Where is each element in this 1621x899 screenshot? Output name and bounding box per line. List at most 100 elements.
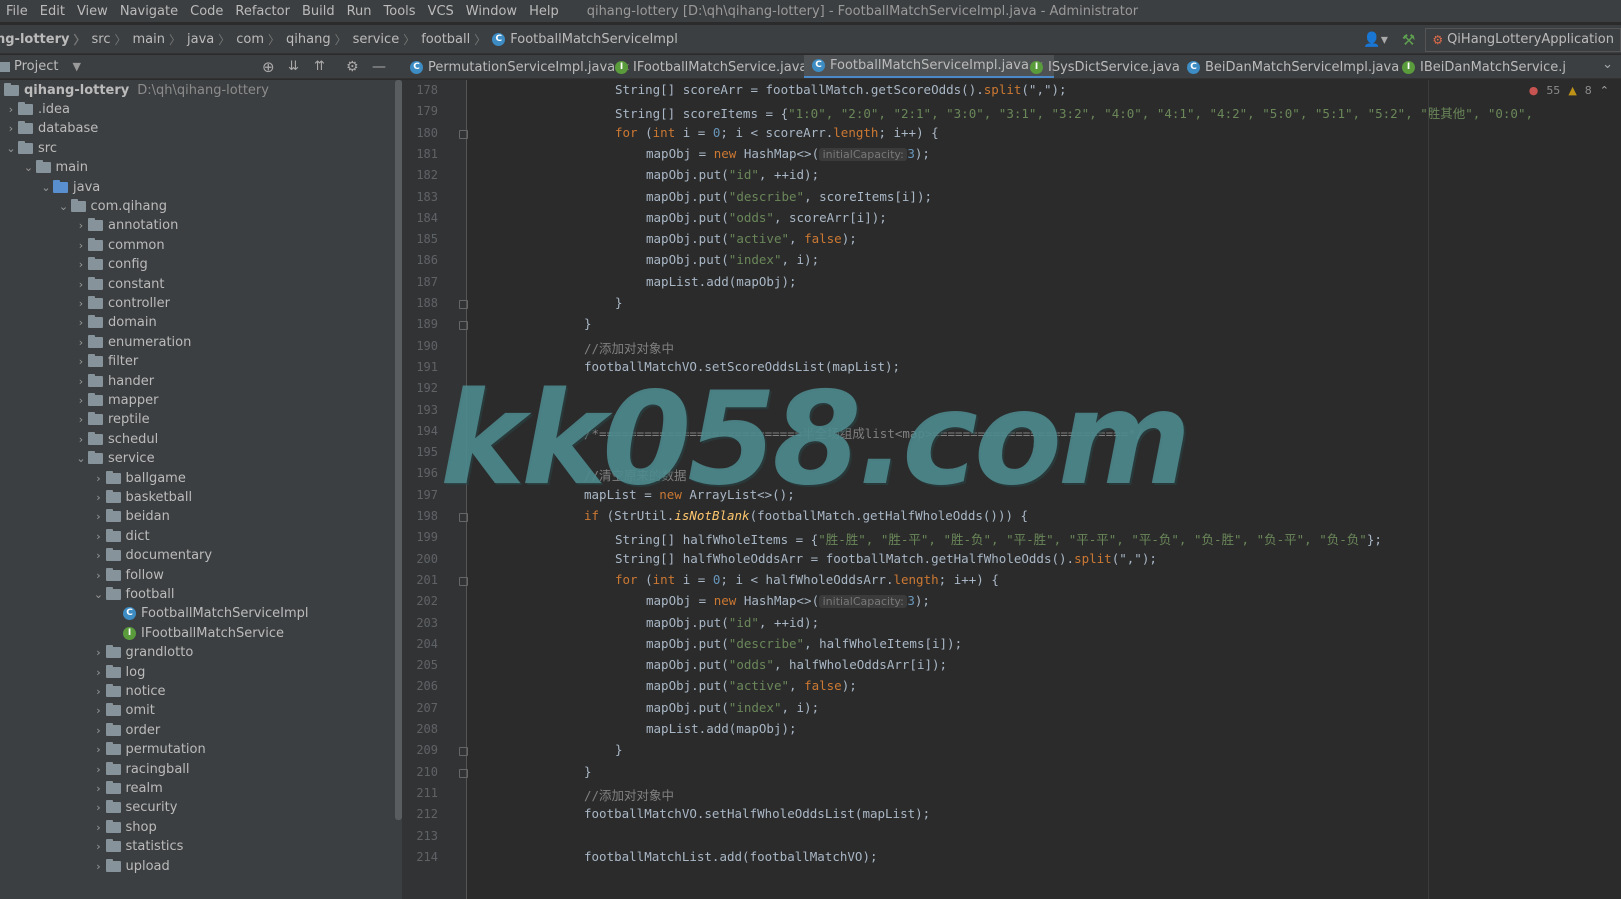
tree-item-main[interactable]: ⌄ main — [22, 158, 88, 178]
menu-item-file[interactable]: File — [0, 4, 34, 19]
tree-item-service[interactable]: ⌄ service — [74, 449, 155, 469]
tree-item-common[interactable]: › common — [74, 235, 165, 255]
tree-item-follow[interactable]: › follow — [92, 565, 164, 585]
fold-marker-icon[interactable] — [459, 768, 468, 778]
tree-item-filter[interactable]: › filter — [74, 352, 138, 372]
breadcrumb-item[interactable]: com 〉 — [236, 31, 280, 48]
project-view-title[interactable]: Project — [14, 59, 58, 74]
chevron-right-icon[interactable]: › — [74, 375, 88, 388]
menu-item-edit[interactable]: Edit — [34, 4, 71, 19]
user-icon[interactable]: 👤▾ — [1363, 32, 1387, 48]
breadcrumb-item[interactable]: ng-lottery 〉 — [0, 31, 86, 48]
project-view-dropdown-icon[interactable]: ▼ — [72, 60, 80, 73]
tree-item-football[interactable]: ⌄ football — [92, 584, 175, 604]
editor-tab[interactable]: I IBeiDanMatchService.j — [1394, 55, 1566, 78]
tree-item-racingball[interactable]: › racingball — [92, 759, 190, 779]
tree-item-com-qihang[interactable]: ⌄ com.qihang — [57, 196, 167, 216]
tree-item-security[interactable]: › security — [92, 798, 177, 818]
tree-item-annotation[interactable]: › annotation — [74, 216, 178, 236]
tree-item-schedul[interactable]: › schedul — [74, 429, 158, 449]
chevron-right-icon[interactable]: › — [74, 258, 88, 271]
menu-item-navigate[interactable]: Navigate — [114, 4, 184, 19]
chevron-right-icon[interactable]: › — [92, 763, 106, 776]
code-editor[interactable]: String[] scoreArr = footballMatch.getSco… — [468, 80, 1621, 899]
tree-item-domain[interactable]: › domain — [74, 313, 157, 333]
chevron-right-icon[interactable]: › — [92, 530, 106, 543]
menu-item-help[interactable]: Help — [523, 4, 565, 19]
chevron-right-icon[interactable]: › — [92, 569, 106, 582]
editor-tab[interactable]: IIFootballMatchService.java✕ — [607, 55, 823, 78]
chevron-right-icon[interactable]: › — [92, 666, 106, 679]
tree-item-dict[interactable]: › dict — [92, 526, 150, 546]
chevron-right-icon[interactable]: › — [74, 278, 88, 291]
breadcrumb-item[interactable]: C FootballMatchServiceImpl — [492, 32, 678, 47]
locate-file-icon[interactable]: ⊕ — [262, 58, 275, 76]
chevron-right-icon[interactable]: › — [92, 821, 106, 834]
tree-item-grandlotto[interactable]: › grandlotto — [92, 643, 193, 663]
editor-tab[interactable]: CFootballMatchServiceImpl.java✕ — [804, 55, 1055, 78]
fold-marker-icon[interactable] — [459, 129, 468, 139]
menu-item-build[interactable]: Build — [296, 4, 341, 19]
menu-item-tools[interactable]: Tools — [378, 4, 422, 19]
chevron-right-icon[interactable]: › — [92, 685, 106, 698]
inspection-widget[interactable]: ● 55 ▲ 8 ⌃ — [1529, 84, 1609, 97]
breadcrumb-item[interactable]: service 〉 — [353, 31, 416, 48]
tree-item-controller[interactable]: › controller — [74, 293, 170, 313]
fold-marker-icon[interactable] — [459, 576, 468, 586]
chevron-right-icon[interactable]: › — [92, 860, 106, 873]
chevron-right-icon[interactable]: › — [92, 782, 106, 795]
run-configuration-selector[interactable]: ⚙ QiHangLotteryApplication — [1425, 27, 1621, 52]
tree-item-omit[interactable]: › omit — [92, 701, 155, 721]
chevron-right-icon[interactable]: › — [92, 724, 106, 737]
tree-item-java[interactable]: ⌄ java — [39, 177, 100, 197]
chevron-right-icon[interactable]: › — [92, 704, 106, 717]
chevron-right-icon[interactable]: › — [4, 103, 18, 116]
expand-all-icon[interactable]: ⇊ — [288, 59, 299, 74]
build-hammer-icon[interactable]: ⚒ — [1402, 31, 1415, 49]
menu-item-refactor[interactable]: Refactor — [229, 4, 296, 19]
menu-item-code[interactable]: Code — [184, 4, 229, 19]
tree-item-ballgame[interactable]: › ballgame — [92, 468, 186, 488]
menu-item-run[interactable]: Run — [341, 4, 378, 19]
tree-item-mapper[interactable]: › mapper — [74, 390, 158, 410]
tree-item-statistics[interactable]: › statistics — [92, 837, 183, 857]
chevron-right-icon[interactable]: › — [92, 510, 106, 523]
tree-item-constant[interactable]: › constant — [74, 274, 165, 294]
tree-item--idea[interactable]: › .idea — [4, 99, 70, 119]
tree-item-realm[interactable]: › realm — [92, 778, 163, 798]
tree-item-database[interactable]: › database — [4, 119, 98, 139]
chevron-right-icon[interactable]: › — [4, 122, 18, 135]
chevron-right-icon[interactable]: › — [74, 413, 88, 426]
menu-item-vcs[interactable]: VCS — [422, 4, 460, 19]
chevron-right-icon[interactable]: › — [92, 743, 106, 756]
tree-item-ifootballmatchservice[interactable]: I IFootballMatchService — [109, 623, 284, 643]
chevron-right-icon[interactable]: › — [74, 336, 88, 349]
fold-marker-icon[interactable] — [459, 513, 468, 522]
breadcrumb-item[interactable]: main 〉 — [133, 31, 182, 48]
chevron-down-icon[interactable]: ⌄ — [39, 181, 53, 194]
fold-marker-icon[interactable] — [459, 300, 468, 309]
chevron-right-icon[interactable]: › — [74, 239, 88, 252]
chevron-right-icon[interactable]: › — [92, 646, 106, 659]
breadcrumb-item[interactable]: src 〉 — [92, 31, 127, 48]
chevron-up-icon[interactable]: ⌃ — [1600, 84, 1609, 97]
collapse-all-icon[interactable]: ⇈ — [314, 59, 325, 74]
breadcrumb-item[interactable]: football 〉 — [421, 31, 486, 48]
chevron-right-icon[interactable]: › — [92, 491, 106, 504]
breadcrumb-item[interactable]: qihang 〉 — [286, 31, 347, 48]
tree-item-reptile[interactable]: › reptile — [74, 410, 150, 430]
editor-tab[interactable]: CPermutationServiceImpl.java✕ — [402, 55, 630, 78]
tree-item-upload[interactable]: › upload — [92, 856, 170, 876]
tree-item-src[interactable]: ⌄ src — [4, 138, 57, 158]
tree-item-shop[interactable]: › shop — [92, 817, 157, 837]
tree-item-order[interactable]: › order — [92, 720, 160, 740]
tree-item-enumeration[interactable]: › enumeration — [74, 332, 191, 352]
tree-item-hander[interactable]: › hander — [74, 371, 154, 391]
settings-gear-icon[interactable]: ⚙ — [346, 59, 359, 75]
chevron-down-icon[interactable]: ⌄ — [4, 142, 18, 155]
tree-item-config[interactable]: › config — [74, 255, 148, 275]
project-root[interactable]: qihang-lottery D:\qh\qihang-lottery — [4, 80, 269, 100]
tree-item-footballmatchserviceimpl[interactable]: C FootballMatchServiceImpl — [109, 604, 309, 624]
tabs-overflow-chevron-icon[interactable]: ⌄ — [1602, 57, 1613, 72]
tree-item-notice[interactable]: › notice — [92, 681, 166, 701]
